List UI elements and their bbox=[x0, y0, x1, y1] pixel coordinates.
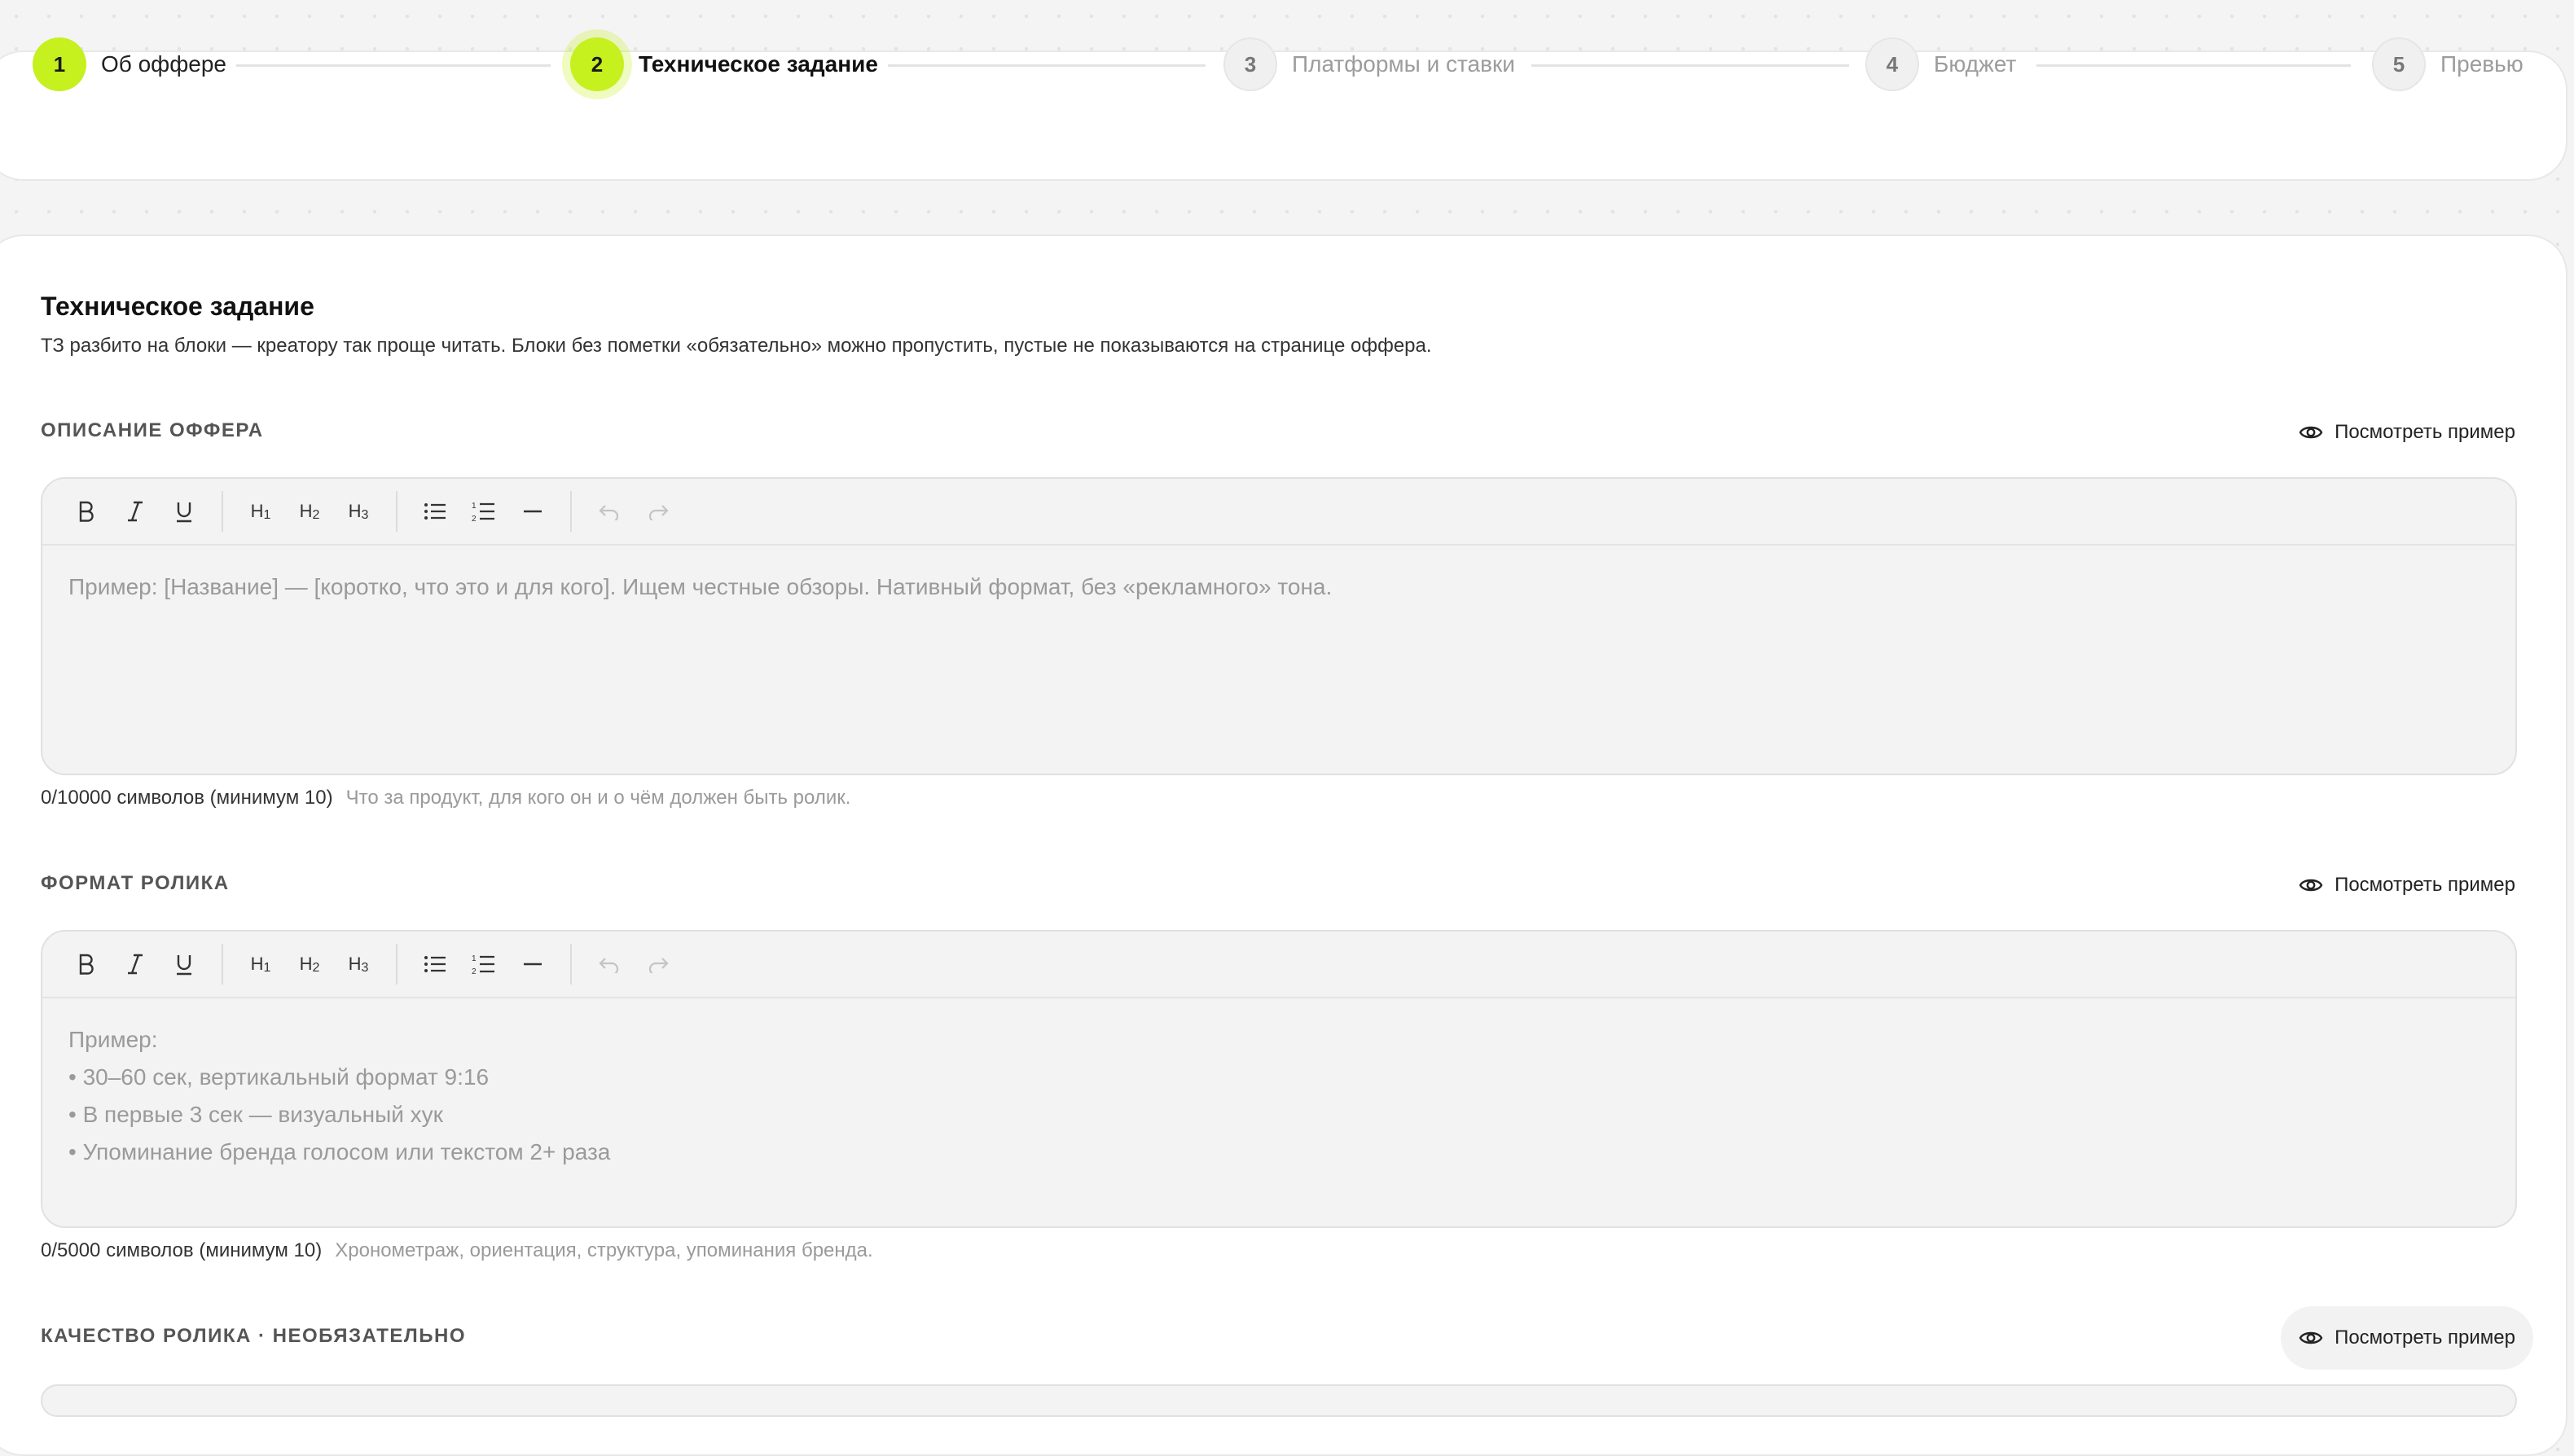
form-card bbox=[0, 235, 2567, 1456]
step-2[interactable]: 2 Техническое задание bbox=[570, 37, 878, 91]
step-number: 3 bbox=[1223, 37, 1277, 91]
step-connector bbox=[888, 64, 1206, 67]
eye-icon bbox=[2299, 1331, 2323, 1344]
format-editor[interactable]: H1 H2 H3 12 Пример: • 30–60 сек, вертика… bbox=[41, 930, 2517, 1228]
numbered-list-icon[interactable]: 12 bbox=[459, 940, 508, 989]
step-1[interactable]: 1 Об оффере bbox=[33, 37, 226, 91]
step-label: Техническое задание bbox=[639, 51, 878, 77]
editor-placeholder: Пример: [Название] — [коротко, что это и… bbox=[68, 574, 1333, 599]
horizontal-rule-icon[interactable] bbox=[508, 487, 557, 536]
step-connector bbox=[236, 64, 551, 67]
section-label-description: ОПИСАНИЕ ОФФЕРА bbox=[41, 419, 264, 441]
view-example-button[interactable]: Посмотреть пример bbox=[2281, 1306, 2533, 1370]
char-counter: 0/5000 символов (минимум 10) Хронометраж… bbox=[41, 1239, 873, 1262]
heading1-button[interactable]: H1 bbox=[236, 940, 285, 989]
toolbar-divider bbox=[570, 944, 572, 985]
step-3[interactable]: 3 Платформы и ставки bbox=[1223, 37, 1515, 91]
bullet-list-icon[interactable] bbox=[411, 487, 459, 536]
step-number: 2 bbox=[570, 37, 624, 91]
bold-icon[interactable] bbox=[62, 940, 111, 989]
underline-icon[interactable] bbox=[160, 940, 209, 989]
horizontal-rule-icon[interactable] bbox=[508, 940, 557, 989]
svg-text:2: 2 bbox=[472, 515, 477, 523]
view-example-button[interactable]: Посмотреть пример bbox=[2281, 401, 2533, 464]
field-hint: Что за продукт, для кого он и о чём долж… bbox=[345, 787, 851, 809]
section-label-quality: КАЧЕСТВО РОЛИКА · НЕОБЯЗАТЕЛЬНО bbox=[41, 1325, 466, 1347]
toolbar-divider bbox=[222, 944, 223, 985]
page-subtitle: ТЗ разбито на блоки — креатору так проще… bbox=[41, 335, 1432, 357]
char-counter: 0/10000 символов (минимум 10) Что за про… bbox=[41, 787, 850, 809]
svg-text:1: 1 bbox=[472, 954, 477, 963]
editor-toolbar: H1 H2 H3 12 bbox=[42, 479, 2515, 546]
toolbar-divider bbox=[396, 491, 398, 532]
step-connector bbox=[2036, 64, 2351, 67]
step-connector bbox=[1531, 64, 1849, 67]
step-5[interactable]: 5 Превью bbox=[2372, 37, 2523, 91]
editor-placeholder: Пример: • 30–60 сек, вертикальный формат… bbox=[68, 1027, 611, 1164]
quality-editor[interactable] bbox=[41, 1384, 2517, 1417]
description-editor[interactable]: H1 H2 H3 12 Пример: [Название] — [коротк… bbox=[41, 477, 2517, 775]
undo-icon[interactable] bbox=[585, 487, 634, 536]
eye-icon bbox=[2299, 426, 2323, 439]
step-label: Бюджет bbox=[1934, 51, 2017, 77]
heading2-button[interactable]: H2 bbox=[285, 940, 334, 989]
toolbar-divider bbox=[222, 491, 223, 532]
step-label: Превью bbox=[2440, 51, 2523, 77]
step-label: Платформы и ставки bbox=[1292, 51, 1515, 77]
view-example-label: Посмотреть пример bbox=[2335, 421, 2515, 443]
char-count: 0/5000 символов (минимум 10) bbox=[41, 1239, 323, 1261]
italic-icon[interactable] bbox=[111, 487, 160, 536]
view-example-label: Посмотреть пример bbox=[2335, 1327, 2515, 1349]
italic-icon[interactable] bbox=[111, 940, 160, 989]
numbered-list-icon[interactable]: 12 bbox=[459, 487, 508, 536]
undo-icon[interactable] bbox=[585, 940, 634, 989]
view-example-button[interactable]: Посмотреть пример bbox=[2281, 853, 2533, 917]
svg-text:2: 2 bbox=[472, 967, 477, 976]
toolbar-divider bbox=[570, 491, 572, 532]
step-number: 1 bbox=[33, 37, 86, 91]
heading2-button[interactable]: H2 bbox=[285, 487, 334, 536]
field-hint: Хронометраж, ориентация, структура, упом… bbox=[335, 1239, 873, 1261]
bullet-list-icon[interactable] bbox=[411, 940, 459, 989]
step-number: 5 bbox=[2372, 37, 2426, 91]
step-4[interactable]: 4 Бюджет bbox=[1865, 37, 2016, 91]
heading3-button[interactable]: H3 bbox=[334, 487, 383, 536]
underline-icon[interactable] bbox=[160, 487, 209, 536]
bold-icon[interactable] bbox=[62, 487, 111, 536]
page-title: Техническое задание bbox=[41, 292, 314, 321]
step-label: Об оффере bbox=[101, 51, 226, 77]
heading1-button[interactable]: H1 bbox=[236, 487, 285, 536]
editor-toolbar: H1 H2 H3 12 bbox=[42, 932, 2515, 998]
eye-icon bbox=[2299, 879, 2323, 892]
char-count: 0/10000 символов (минимум 10) bbox=[41, 787, 333, 809]
heading3-button[interactable]: H3 bbox=[334, 940, 383, 989]
section-label-format: ФОРМАТ РОЛИКА bbox=[41, 872, 230, 894]
svg-text:1: 1 bbox=[472, 502, 477, 511]
redo-icon[interactable] bbox=[634, 487, 683, 536]
view-example-label: Посмотреть пример bbox=[2335, 874, 2515, 896]
redo-icon[interactable] bbox=[634, 940, 683, 989]
step-number: 4 bbox=[1865, 37, 1919, 91]
toolbar-divider bbox=[396, 944, 398, 985]
